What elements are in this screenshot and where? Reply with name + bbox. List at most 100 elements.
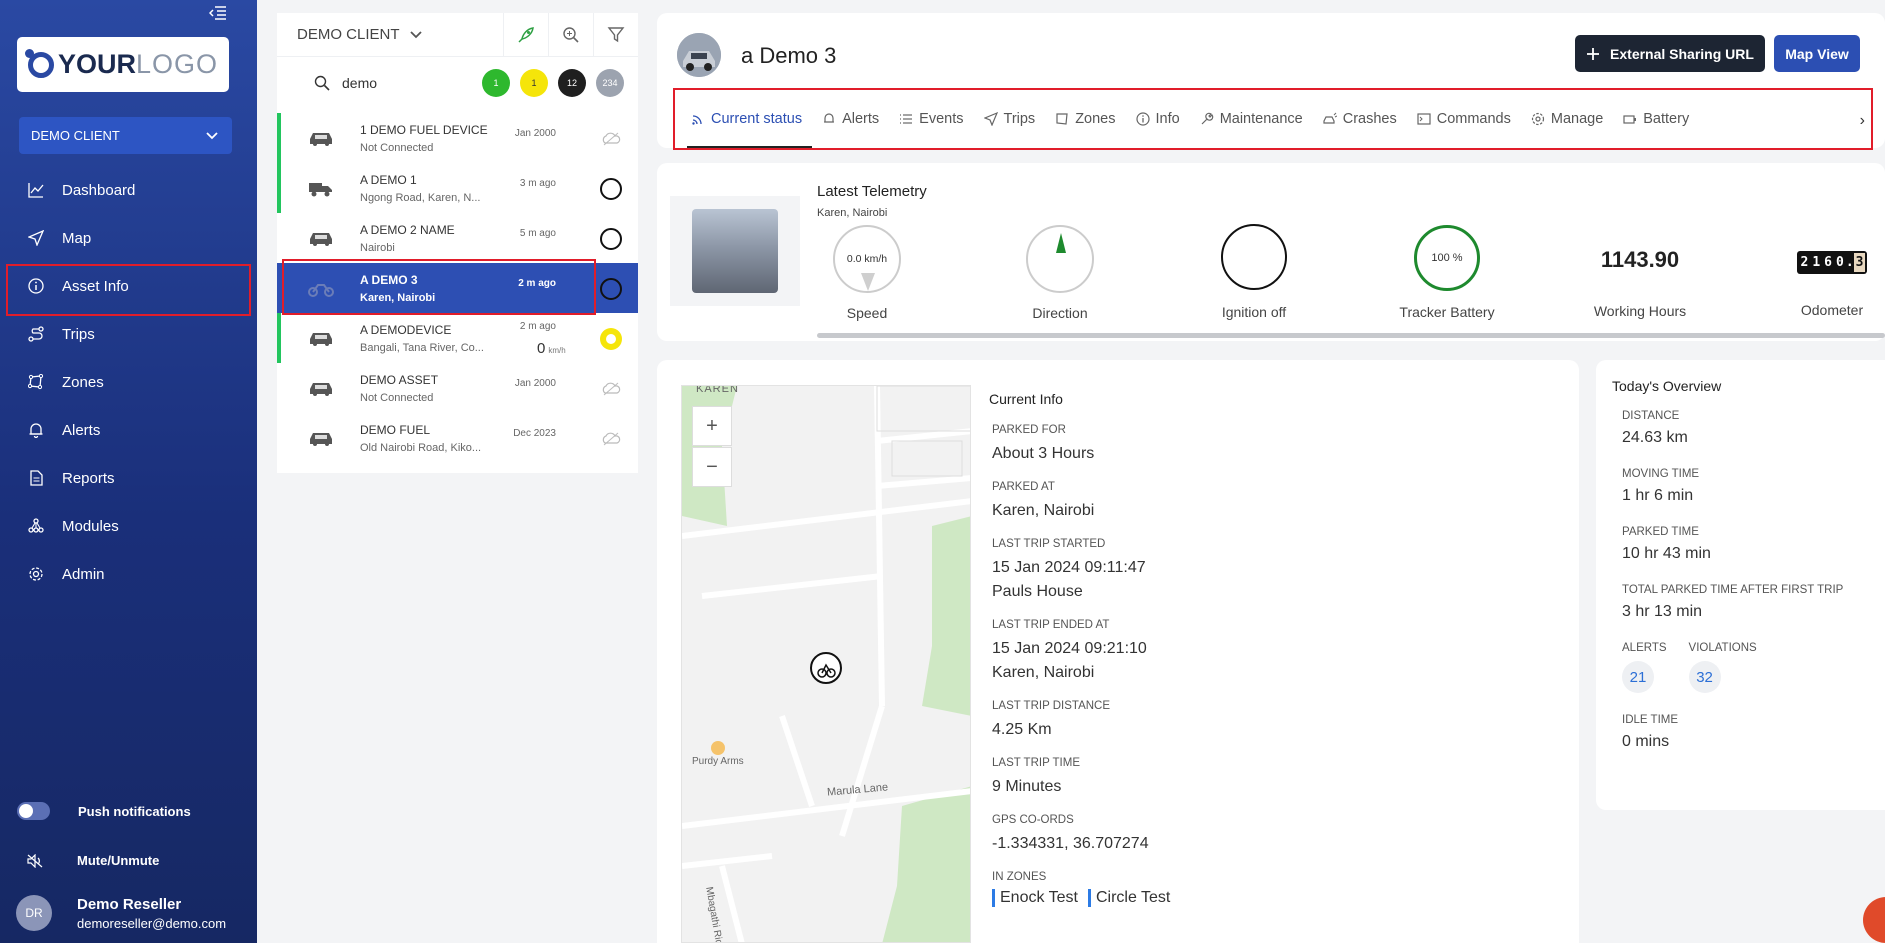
- user-profile[interactable]: DR Demo Reseller demoreseller@demo.com: [16, 895, 226, 931]
- odometer-digit: 6: [1824, 255, 1832, 270]
- car-icon: [310, 383, 332, 396]
- tab-label: Info: [1155, 111, 1180, 127]
- sidebar-item-label: Modules: [62, 517, 119, 535]
- ignition-status-icon: [1221, 224, 1287, 290]
- mute-speaker-icon: [27, 853, 43, 868]
- tab-commands[interactable]: Commands: [1407, 90, 1521, 148]
- asset-list: 1 DEMO FUEL DEVICE Not Connected Jan 2000…: [277, 113, 638, 463]
- count-parked-badge[interactable]: 12: [558, 69, 586, 97]
- overview-title: Today's Overview: [1612, 378, 1722, 394]
- sidebar-item-trips[interactable]: Trips: [0, 310, 257, 358]
- gear-icon: [29, 567, 43, 581]
- list-item[interactable]: DEMO FUEL Old Nairobi Road, Kiko... Dec 2…: [277, 413, 638, 463]
- sidebar-item-asset-info[interactable]: Asset Info: [0, 262, 257, 316]
- navigation-arrow-icon: [983, 112, 998, 126]
- tab-crashes[interactable]: Crashes: [1313, 90, 1407, 148]
- last-trip-started-label: LAST TRIP STARTED: [992, 538, 1106, 550]
- search-input[interactable]: [342, 75, 462, 91]
- zone-icon: [28, 374, 44, 390]
- zone-tag[interactable]: Circle Test: [1087, 889, 1170, 907]
- collapse-sidebar-icon[interactable]: [208, 5, 229, 23]
- telemetry-scrollbar[interactable]: [817, 333, 1885, 338]
- compass-icon: [1026, 225, 1094, 293]
- tab-current-status[interactable]: Current status: [681, 90, 813, 148]
- sidebar: YOUR LOGO DEMO CLIENT Dashboard Map Asset…: [0, 0, 257, 943]
- map-view-button[interactable]: Map View: [1774, 35, 1860, 72]
- list-item[interactable]: A DEMO 2 NAME Nairobi 5 m ago: [277, 213, 638, 263]
- tab-trips[interactable]: Trips: [974, 90, 1046, 148]
- filter-icon[interactable]: [593, 13, 638, 56]
- count-moving-badge[interactable]: 1: [482, 69, 510, 97]
- tab-info[interactable]: Info: [1126, 90, 1190, 148]
- tab-label: Crashes: [1342, 111, 1397, 127]
- rocket-icon[interactable]: [503, 13, 548, 56]
- parked-status-icon: [600, 178, 622, 200]
- alerts-count-badge[interactable]: 21: [1622, 661, 1654, 693]
- chevron-down-icon: [409, 30, 422, 38]
- last-trip-started-place: Pauls House: [992, 583, 1083, 600]
- battery-icon: [1623, 115, 1637, 124]
- zone-tag[interactable]: Enock Test: [992, 889, 1078, 907]
- last-trip-ended-place: Karen, Nairobi: [992, 664, 1095, 681]
- parked-at-label: PARKED AT: [992, 481, 1055, 493]
- mute-toggle[interactable]: Mute/Unmute: [27, 853, 159, 868]
- current-info-card: KAREN Purdy Arms Marula Lane Mbagathi Ri…: [657, 360, 1579, 943]
- external-sharing-button[interactable]: External Sharing URL: [1575, 35, 1765, 72]
- gps-value: -1.334331, 36.707274: [992, 835, 1149, 852]
- speed-gauge: 0.0 km/h Speed: [787, 225, 947, 321]
- list-item[interactable]: 1 DEMO FUEL DEVICE Not Connected Jan 2000: [277, 113, 638, 163]
- modules-icon: [28, 518, 44, 533]
- overview-list: DISTANCE 24.63 km MOVING TIME 1 hr 6 min P…: [1622, 410, 1843, 772]
- info-circle-icon: [1135, 112, 1150, 126]
- sidebar-item-label: Trips: [62, 325, 95, 343]
- speed-value: 0.0 km/h: [846, 253, 888, 265]
- tab-label: Zones: [1075, 111, 1116, 127]
- tab-label: Maintenance: [1219, 111, 1303, 127]
- tab-label: Commands: [1436, 111, 1511, 127]
- violations-count-badge[interactable]: 32: [1688, 661, 1721, 693]
- list-item[interactable]: DEMO ASSET Not Connected Jan 2000: [277, 363, 638, 413]
- sidebar-item-admin[interactable]: Admin: [0, 550, 257, 598]
- tab-battery[interactable]: Battery: [1613, 90, 1699, 148]
- push-notifications-row: Push notifications: [17, 802, 191, 820]
- list-item-selected[interactable]: A DEMO 3 Karen, Nairobi 2 m ago: [277, 259, 638, 315]
- gps-label: GPS CO-ORDS: [992, 814, 1074, 826]
- client-dropdown[interactable]: DEMO CLIENT: [297, 26, 422, 43]
- battery-gauge: 100 % Tracker Battery: [1367, 225, 1527, 320]
- logo-text-bold: YOUR: [57, 49, 136, 79]
- list-item[interactable]: A DEMODEVICE Bangali, Tana River, Co... 2…: [277, 313, 638, 363]
- tabs-scroll-right-icon[interactable]: ›: [1860, 112, 1865, 130]
- sidebar-item-map[interactable]: Map: [0, 214, 257, 262]
- sidebar-item-zones[interactable]: Zones: [0, 358, 257, 406]
- last-trip-ended-label: LAST TRIP ENDED AT: [992, 619, 1110, 631]
- zoom-search-icon[interactable]: [548, 13, 593, 56]
- tab-manage[interactable]: Manage: [1521, 90, 1613, 148]
- tab-maintenance[interactable]: Maintenance: [1190, 90, 1313, 148]
- asset-header-card: a Demo 3 External Sharing URL Map View C…: [657, 13, 1885, 150]
- count-offline-badge[interactable]: 234: [596, 69, 624, 97]
- list-item[interactable]: A DEMO 1 Ngong Road, Karen, N... 3 m ago: [277, 163, 638, 213]
- tab-events[interactable]: Events: [889, 90, 973, 148]
- push-notifications-toggle[interactable]: [17, 802, 50, 820]
- asset-location: Old Nairobi Road, Kiko...: [360, 441, 482, 454]
- asset-last-seen: 5 m ago: [519, 228, 556, 239]
- asset-map[interactable]: KAREN Purdy Arms Marula Lane Mbagathi Ri…: [681, 385, 971, 943]
- search-icon: [314, 75, 330, 91]
- distance-label: DISTANCE: [1622, 410, 1680, 422]
- push-notifications-label: Push notifications: [78, 803, 191, 819]
- zoom-in-button[interactable]: +: [692, 406, 732, 446]
- sidebar-item-reports[interactable]: Reports: [0, 454, 257, 502]
- sidebar-item-alerts[interactable]: Alerts: [0, 406, 257, 454]
- sidebar-item-dashboard[interactable]: Dashboard: [0, 166, 257, 214]
- tab-zones[interactable]: Zones: [1045, 90, 1125, 148]
- tab-alerts[interactable]: Alerts: [812, 90, 889, 148]
- client-select[interactable]: DEMO CLIENT: [19, 117, 232, 154]
- car-icon: [310, 333, 332, 346]
- zone-icon: [1056, 113, 1068, 125]
- zoom-out-button[interactable]: −: [692, 447, 732, 487]
- count-idle-badge[interactable]: 1: [520, 69, 548, 97]
- sidebar-item-modules[interactable]: Modules: [0, 502, 257, 550]
- alerts-label: ALERTS: [1622, 642, 1667, 654]
- telemetry-title: Latest Telemetry: [817, 183, 927, 200]
- chat-widget-button[interactable]: [1863, 897, 1885, 943]
